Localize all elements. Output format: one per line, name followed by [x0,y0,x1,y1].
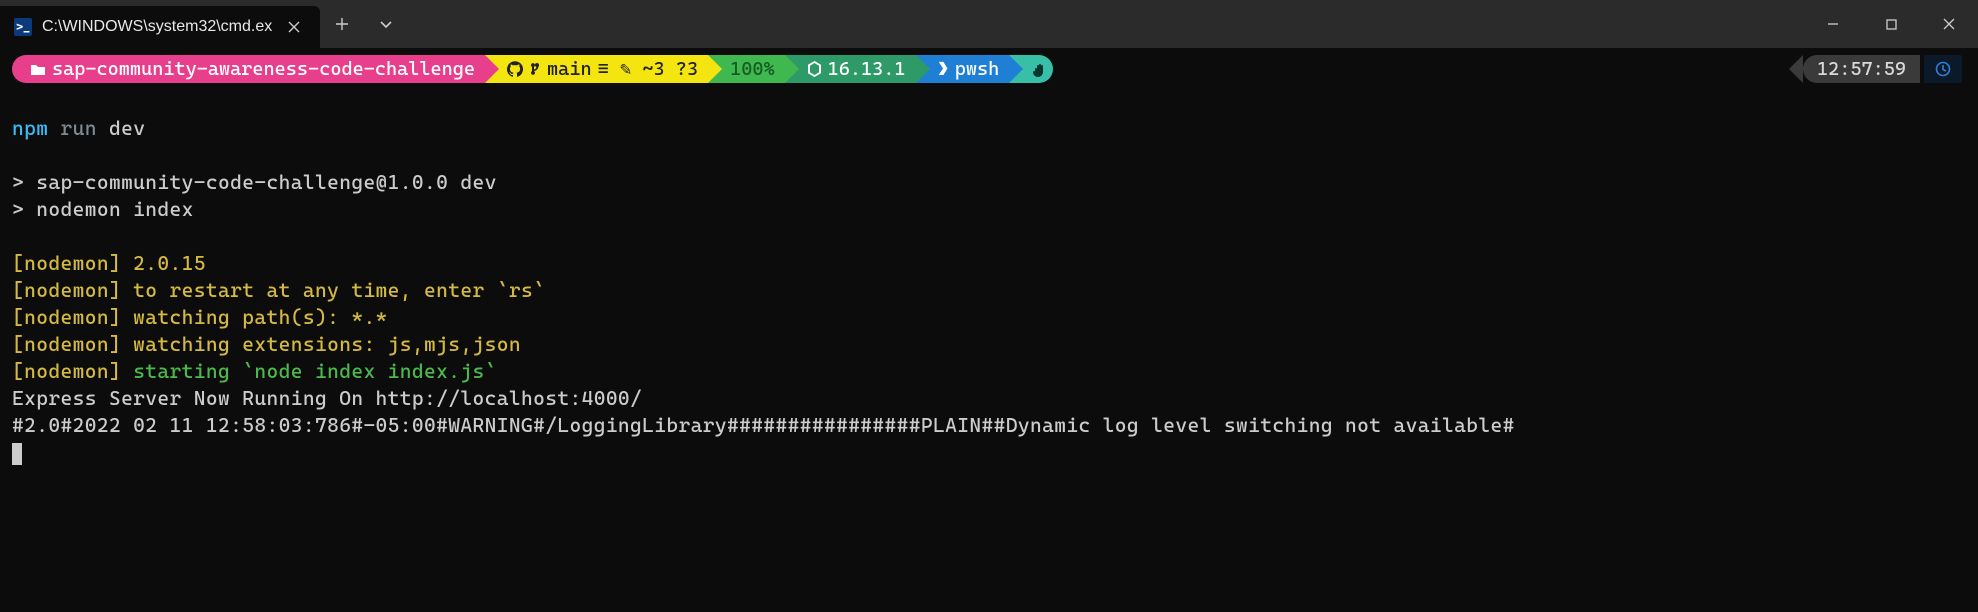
prompt-battery-text: 100% [730,60,775,79]
github-icon [507,61,523,77]
titlebar-drag-area[interactable] [408,0,1804,48]
prompt-path-text: sap-community-awareness-code-challenge [52,60,475,79]
close-window-button[interactable] [1920,0,1978,48]
new-tab-button[interactable] [320,0,364,48]
nodemon-line: [nodemon] 2.0.15 [12,251,206,275]
prompt-git-branch: main [547,60,592,79]
tab-close-button[interactable] [282,13,306,42]
warning-line: #2.0#2022 02 11 12:58:03:786#-05:00#WARN… [12,413,1515,437]
nodemon-starting: starting `node index index.js` [133,359,497,383]
node-icon [807,61,822,77]
prompt-git-status: ≡ ✎ ~3 ?3 [598,60,699,79]
cmd-icon: >_ [14,18,32,36]
terminal-output[interactable]: npm run dev > sap-community-code-challen… [0,84,1978,466]
tab-title: C:\WINDOWS\system32\cmd.ex [42,18,272,36]
hand-icon [1031,61,1047,77]
prompt-shell-text: pwsh [955,60,1000,79]
branch-icon [529,61,541,77]
tab-dropdown-button[interactable] [364,0,408,48]
prompt-node-segment: 16.13.1 [785,55,916,83]
powerline-prompt: sap-community-awareness-code-challenge m… [0,54,1978,84]
window-controls [1804,0,1978,48]
prompt-chevron-icon: ❯ [938,60,949,79]
nodemon-prefix: [nodemon] [12,359,133,383]
cmd-npm: npm [12,116,48,140]
clock-segment: 12:57:59 [1803,55,1962,83]
nodemon-line: [nodemon] watching extensions: js,mjs,js… [12,332,521,356]
clock-time: 12:57:59 [1817,60,1906,79]
express-line: Express Server Now Running On http://loc… [12,386,642,410]
script-line-2: > nodemon index [12,197,194,221]
prompt-path-segment: sap-community-awareness-code-challenge [12,55,485,83]
prompt-node-version: 16.13.1 [828,60,906,79]
cmd-run: run [60,116,96,140]
nodemon-line: [nodemon] to restart at any time, enter … [12,278,545,302]
maximize-button[interactable] [1862,0,1920,48]
script-line-1: > sap-community-code-challenge@1.0.0 dev [12,170,497,194]
clock-icon [1924,55,1962,83]
cmd-dev: dev [109,116,145,140]
tab-active[interactable]: >_ C:\WINDOWS\system32\cmd.ex [0,6,320,48]
minimize-button[interactable] [1804,0,1862,48]
folder-icon [30,62,46,76]
nodemon-line: [nodemon] watching path(s): *.* [12,305,388,329]
terminal-cursor [12,443,22,465]
prompt-git-segment: main ≡ ✎ ~3 ?3 [485,55,708,83]
titlebar: >_ C:\WINDOWS\system32\cmd.ex [0,0,1978,48]
prompt-shell-segment: ❯ pwsh [916,55,1010,83]
